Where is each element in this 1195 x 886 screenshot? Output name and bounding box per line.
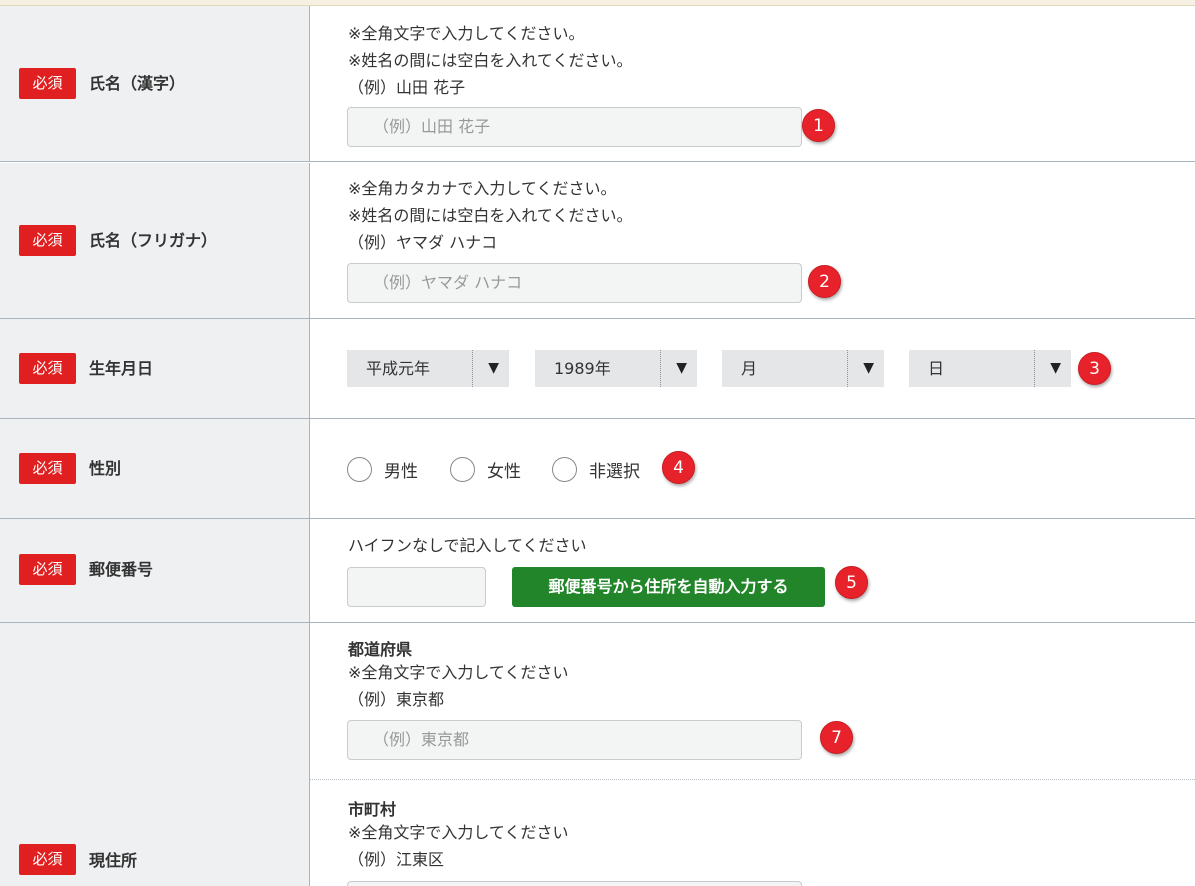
number-badge: 4 (662, 451, 695, 484)
note-line: ※全角文字で入力してください。 (348, 24, 585, 43)
field-content: 都道府県 ※全角文字で入力してください （例）東京都 （例）東京都 7 市町村 … (310, 623, 1195, 886)
label-cell: 必須 性別 (0, 419, 310, 518)
required-badge: 必須 (19, 844, 76, 875)
field-label: 現住所 (89, 851, 138, 870)
note-line: ※姓名の間には空白を入れてください。 (348, 206, 633, 225)
prefecture-input[interactable]: （例）東京都 (347, 720, 802, 760)
number-badge: 7 (820, 721, 853, 754)
number-badge: 5 (835, 566, 868, 599)
field-label: 性別 (89, 459, 122, 478)
label-cell: 必須 生年月日 (0, 319, 310, 418)
radio-unselected[interactable]: 非選択 (552, 457, 640, 482)
note-line: （例）山田 花子 (348, 78, 466, 97)
year-select[interactable]: 1989年 ▼ (535, 350, 697, 387)
radio-male[interactable]: 男性 (347, 457, 418, 482)
field-label: 氏名（フリガナ） (89, 231, 218, 250)
number-badge: 1 (802, 109, 835, 142)
required-badge: 必須 (19, 453, 76, 484)
radio-label: 男性 (384, 462, 418, 482)
city-title: 市町村 (348, 800, 397, 819)
row-address: 必須 現住所 都道府県 ※全角文字で入力してください （例）東京都 （例）東京都… (0, 623, 1195, 886)
field-content: 平成元年 ▼ 1989年 ▼ 月 ▼ 日 ▼ 3 (310, 319, 1195, 418)
note-line: ※全角カタカナで入力してください。 (348, 179, 617, 198)
select-divider (472, 350, 473, 387)
note-line: （例）東京都 (348, 690, 445, 709)
prefecture-title: 都道府県 (348, 640, 413, 659)
row-name-kana: 必須 氏名（フリガナ） ※全角カタカナで入力してください。 ※姓名の間には空白を… (0, 163, 1195, 319)
label-cell: 必須 郵便番号 (0, 519, 310, 622)
day-select[interactable]: 日 ▼ (909, 350, 1071, 387)
prefecture-notes: ※全角文字で入力してください （例）東京都 (348, 659, 568, 713)
required-badge: 必須 (19, 554, 76, 585)
required-badge: 必須 (19, 353, 76, 384)
row-gender: 必須 性別 男性 女性 非選択 4 (0, 419, 1195, 519)
note-line: ※全角文字で入力してください (348, 663, 569, 682)
radio-circle[interactable] (552, 457, 577, 482)
number-badge: 2 (808, 265, 841, 298)
chevron-down-icon: ▼ (488, 360, 499, 376)
month-value: 月 (741, 359, 758, 378)
month-select[interactable]: 月 ▼ (722, 350, 884, 387)
city-notes: ※全角文字で入力してください （例）江東区 (348, 819, 568, 873)
required-badge: 必須 (19, 225, 76, 256)
field-content: ※全角文字で入力してください。 ※姓名の間には空白を入れてください。 （例）山田… (310, 6, 1195, 161)
row-postal: 必須 郵便番号 ハイフンなしで記入してください 郵便番号から住所を自動入力する … (0, 519, 1195, 623)
field-label: 生年月日 (89, 359, 154, 378)
radio-circle[interactable] (347, 457, 372, 482)
radio-female[interactable]: 女性 (450, 457, 521, 482)
note-line: ※姓名の間には空白を入れてください。 (348, 51, 633, 70)
field-content: ※全角カタカナで入力してください。 ※姓名の間には空白を入れてください。 （例）… (310, 163, 1195, 318)
number-badge: 3 (1078, 352, 1111, 385)
year-value: 1989年 (554, 359, 611, 378)
field-notes: ※全角カタカナで入力してください。 ※姓名の間には空白を入れてください。 （例）… (348, 175, 632, 256)
radio-circle[interactable] (450, 457, 475, 482)
select-divider (847, 350, 848, 387)
field-notes: ※全角文字で入力してください。 ※姓名の間には空白を入れてください。 （例）山田… (348, 20, 632, 101)
field-label: 氏名（漢字） (89, 74, 186, 93)
select-divider (660, 350, 661, 387)
day-value: 日 (928, 359, 945, 378)
era-value: 平成元年 (366, 359, 431, 378)
radio-label: 非選択 (589, 462, 640, 482)
label-cell: 必須 氏名（フリガナ） (0, 163, 310, 318)
chevron-down-icon: ▼ (863, 360, 874, 376)
radio-label: 女性 (487, 462, 521, 482)
city-input[interactable] (347, 881, 802, 886)
era-select[interactable]: 平成元年 ▼ (347, 350, 509, 387)
name-kanji-input[interactable]: （例）山田 花子 (347, 107, 802, 147)
note-line: （例）ヤマダ ハナコ (348, 233, 498, 252)
name-kana-input[interactable]: （例）ヤマダ ハナコ (347, 263, 802, 303)
note-line: （例）江東区 (348, 850, 445, 869)
postal-code-input[interactable] (347, 567, 486, 607)
row-birthdate: 必須 生年月日 平成元年 ▼ 1989年 ▼ 月 ▼ 日 ▼ 3 (0, 319, 1195, 419)
field-label: 郵便番号 (89, 560, 154, 579)
field-content: ハイフンなしで記入してください 郵便番号から住所を自動入力する 5 (310, 519, 1195, 622)
chevron-down-icon: ▼ (676, 360, 687, 376)
required-badge: 必須 (19, 68, 76, 99)
note-line: ※全角文字で入力してください (348, 823, 569, 842)
select-divider (1034, 350, 1035, 387)
chevron-down-icon: ▼ (1050, 360, 1061, 376)
label-cell: 必須 現住所 (0, 623, 310, 886)
auto-fill-address-button[interactable]: 郵便番号から住所を自動入力する (512, 567, 825, 607)
row-name-kanji: 必須 氏名（漢字） ※全角文字で入力してください。 ※姓名の間には空白を入れてく… (0, 6, 1195, 162)
postal-note: ハイフンなしで記入してください (348, 536, 587, 555)
field-content: 男性 女性 非選択 4 (310, 419, 1195, 518)
label-cell: 必須 氏名（漢字） (0, 6, 310, 161)
divider (310, 779, 1195, 780)
